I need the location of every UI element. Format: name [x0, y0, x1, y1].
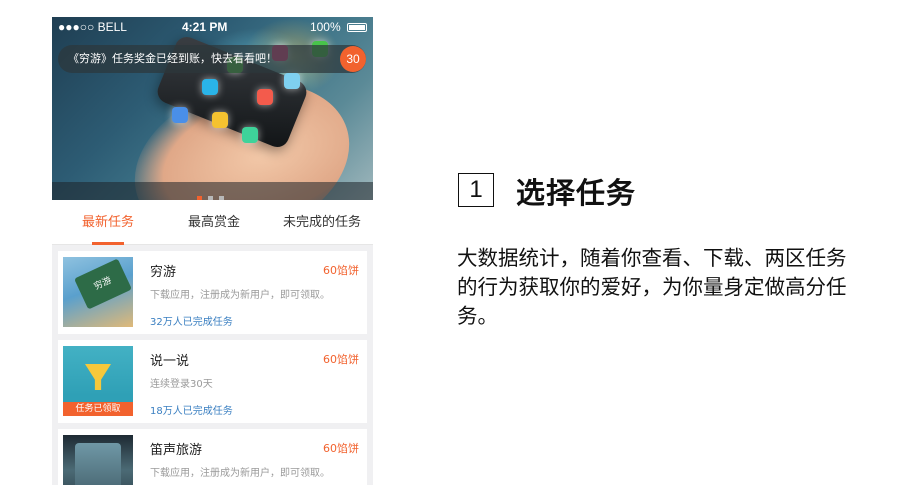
task-completion-count: 32万人已完成任务	[150, 317, 233, 328]
funnel-icon	[85, 364, 111, 390]
step-title: 选择任务	[516, 176, 637, 210]
task-title: 说一说	[150, 354, 190, 369]
task-thumbnail: 任务已领取	[63, 346, 133, 416]
banner-image[interactable]: ●●●○○ BELL 4:21 PM 100% 《穷游》任务奖金已经到账，快去看…	[52, 17, 373, 200]
task-card[interactable]: 穷游 穷游 60馅饼 下载应用，注册成为新用户，即可领取。 32万人已完成任务	[58, 251, 367, 334]
app-icon	[284, 73, 300, 89]
app-icon	[242, 127, 258, 143]
task-description: 下载应用，注册成为新用户，即可领取。	[150, 468, 330, 479]
battery-percent: 100%	[309, 20, 341, 34]
task-description: 连续登录30天	[150, 379, 213, 390]
battery-indicator: 100%	[310, 20, 367, 34]
status-bar: ●●●○○ BELL 4:21 PM 100%	[52, 17, 373, 37]
task-reward: 60馅饼	[323, 264, 359, 277]
carrier-label: ●●●○○ BELL	[58, 20, 127, 34]
tab-newest[interactable]: 最新任务	[72, 200, 144, 245]
task-thumbnail: 穷游	[63, 257, 133, 327]
app-icon	[257, 89, 273, 105]
phone-screen: ●●●○○ BELL 4:21 PM 100% 《穷游》任务奖金已经到账，快去看…	[52, 17, 373, 485]
task-reward: 60馅饼	[323, 442, 359, 455]
task-card[interactable]: 笛声旅游 60馅饼 下载应用，注册成为新用户，即可领取。	[58, 429, 367, 485]
active-tab-indicator	[92, 242, 124, 245]
phone-screen-thumbnail	[75, 443, 121, 485]
task-title: 穷游	[150, 265, 177, 280]
task-claimed-tag: 任务已领取	[63, 402, 133, 416]
task-reward: 60馅饼	[323, 353, 359, 366]
notification-count-badge[interactable]: 30	[340, 46, 366, 72]
task-card[interactable]: 任务已领取 说一说 60馅饼 连续登录30天 18万人已完成任务	[58, 340, 367, 423]
task-title: 笛声旅游	[150, 443, 203, 458]
carousel-dots	[197, 186, 230, 200]
task-description: 下载应用，注册成为新用户，即可领取。	[150, 290, 330, 301]
battery-icon	[347, 23, 367, 33]
app-icon	[212, 112, 228, 128]
notification-bar[interactable]: 《穷游》任务奖金已经到账，快去看看吧！	[58, 45, 366, 73]
tab-unfinished[interactable]: 未完成的任务	[272, 200, 372, 245]
app-icon	[202, 79, 218, 95]
task-thumbnail	[63, 435, 133, 485]
task-thumbnail-label: 穷游	[74, 258, 132, 310]
step-description: 大数据统计，随着你查看、下载、两区任务的行为获取你的爱好，为你量身定做高分任务。	[457, 246, 847, 328]
task-completion-count: 18万人已完成任务	[150, 406, 233, 417]
step-number: 1	[458, 173, 494, 207]
status-time: 4:21 PM	[182, 20, 228, 34]
tab-highest-reward[interactable]: 最高赏金	[178, 200, 250, 245]
app-icon	[172, 107, 188, 123]
task-tabs: 最新任务 最高赏金 未完成的任务	[52, 200, 373, 245]
